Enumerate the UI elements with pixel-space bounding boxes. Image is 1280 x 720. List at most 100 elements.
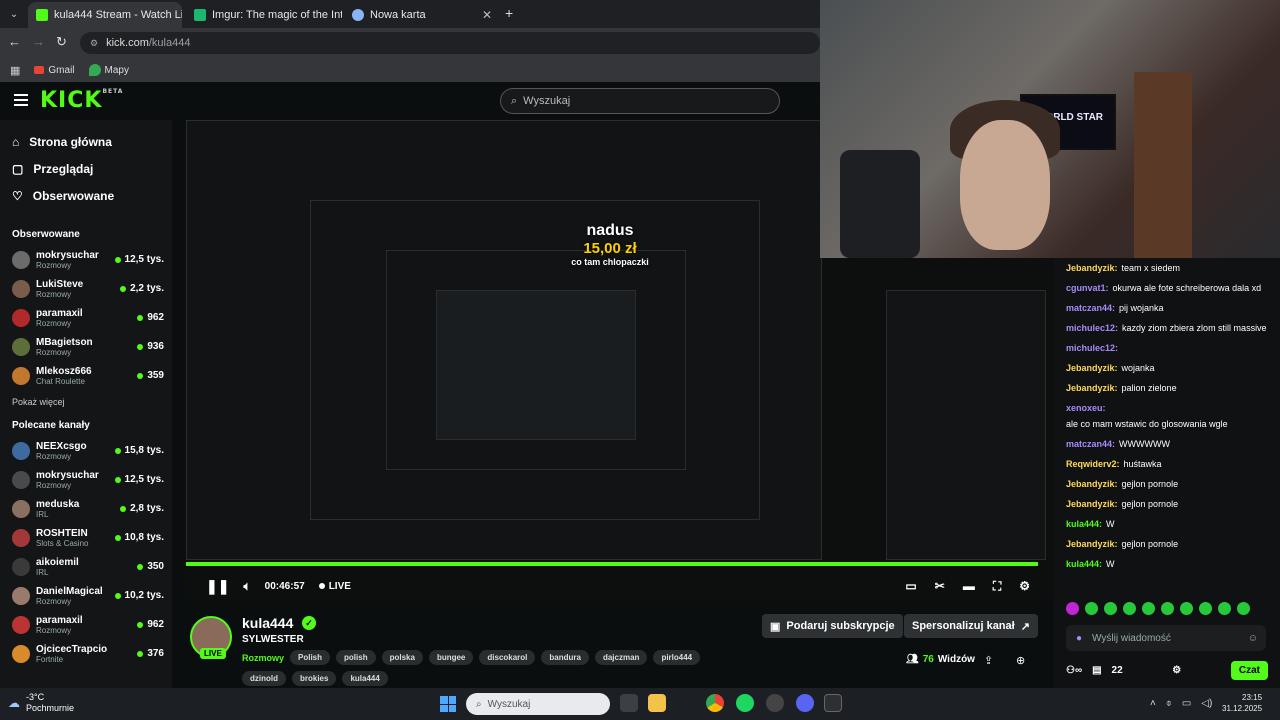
menu-icon[interactable] <box>14 94 28 106</box>
stream-tag[interactable]: kula444 <box>342 671 388 686</box>
fullscreen-icon[interactable]: ⛶ <box>993 579 1001 594</box>
address-bar[interactable]: ⚙ kick.com/kula444 <box>80 32 820 54</box>
sidebar-channel[interactable]: aikoiemil IRL 350 <box>0 552 172 581</box>
stream-tag[interactable]: dzinold <box>242 671 286 686</box>
chat-username[interactable]: kula444: <box>1066 558 1102 570</box>
nav-following[interactable]: ♡ Obserwowane <box>0 182 172 209</box>
discord-icon[interactable] <box>796 694 814 712</box>
terminal-icon[interactable] <box>824 694 842 712</box>
emote-icon[interactable] <box>1199 602 1212 615</box>
stream-tag[interactable]: bandura <box>541 650 589 665</box>
share-icon[interactable]: ⇪ <box>984 654 993 667</box>
chrome-icon[interactable] <box>706 694 724 712</box>
stream-tag[interactable]: polska <box>381 650 423 665</box>
chat-username[interactable]: Jebandyzik: <box>1066 478 1118 490</box>
chat-username[interactable]: matczan44: <box>1066 438 1115 450</box>
chat-settings-icon[interactable]: ⚙ <box>1172 665 1181 676</box>
chat-username[interactable]: michulec12: <box>1066 322 1118 334</box>
task-view-icon[interactable] <box>620 694 638 712</box>
site-info-icon[interactable]: ⚙ <box>90 38 98 49</box>
sidebar-channel[interactable]: ROSHTEIN Slots & Casino 10,8 tys. <box>0 523 172 552</box>
settings-icon[interactable]: ⚙ <box>1019 579 1030 594</box>
close-tab-icon[interactable]: ✕ <box>482 8 492 22</box>
chat-username[interactable]: Jebandyzik: <box>1066 498 1118 510</box>
chat-username[interactable]: cgunvat1: <box>1066 282 1109 294</box>
stream-tag[interactable]: dajczman <box>594 650 648 665</box>
spotify-icon[interactable] <box>736 694 754 712</box>
tab-new[interactable]: Nowa karta ✕ <box>344 2 500 28</box>
back-icon[interactable]: ← <box>8 34 21 49</box>
emote-icon[interactable] <box>1218 602 1231 615</box>
points-icon[interactable]: ⚇∞ <box>1066 665 1082 676</box>
chat-username[interactable]: kula444: <box>1066 518 1102 530</box>
chat-input[interactable]: ● Wyślij wiadomość ☺ <box>1066 625 1266 651</box>
emote-icon[interactable] <box>1180 602 1193 615</box>
mic-icon[interactable]: ● <box>1076 633 1082 644</box>
sidebar-channel[interactable]: DanielMagical Rozmowy 10,2 tys. <box>0 581 172 610</box>
nav-browse[interactable]: ▢ Przeglądaj <box>0 155 172 182</box>
chat-username[interactable]: Jebandyzik: <box>1066 538 1118 550</box>
pip-icon[interactable]: ▭ <box>905 579 916 594</box>
tab-list-icon[interactable]: ⌄ <box>6 6 22 22</box>
personalize-channel-button[interactable]: Spersonalizuj kanał ↗ <box>904 614 1038 638</box>
chat-username[interactable]: Reqwiderv2: <box>1066 458 1120 470</box>
taskbar-clock[interactable]: 23:15 31.12.2025 <box>1222 692 1262 714</box>
stream-tag[interactable]: Polish <box>290 650 331 665</box>
mic-icon[interactable]: ⌽ <box>1166 698 1172 709</box>
pause-icon[interactable]: ❚❚ <box>206 578 229 595</box>
sidebar-channel[interactable]: OjcicecTrapcio Fortnite 376 <box>0 639 172 668</box>
emote-icon[interactable] <box>1237 602 1250 615</box>
volume-icon[interactable]: ◁) <box>1201 698 1212 709</box>
sidebar-channel[interactable]: NEEXcsgo Rozmowy 15,8 tys. <box>0 436 172 465</box>
search-input[interactable]: ⌕ Wyszukaj <box>500 88 780 114</box>
emote-icon[interactable] <box>1142 602 1155 615</box>
emote-icon[interactable] <box>1085 602 1098 615</box>
sidebar-channel[interactable]: mokrysuchar Rozmowy 12,5 tys. <box>0 465 172 494</box>
follow-user-icon[interactable]: ⊕ <box>1016 654 1025 667</box>
chat-username[interactable]: Jebandyzik: <box>1066 382 1118 394</box>
chat-username[interactable]: xenoxeu: <box>1066 402 1106 414</box>
windows-start-icon[interactable] <box>440 696 456 712</box>
chat-username[interactable]: Jebandyzik: <box>1066 362 1118 374</box>
nav-home[interactable]: ⌂ Strona główna <box>0 128 172 155</box>
sidebar-channel[interactable]: meduska IRL 2,8 tys. <box>0 494 172 523</box>
taskbar-search[interactable]: ⌕ Wyszukaj <box>466 693 610 715</box>
show-more-link[interactable]: Pokaż więcej <box>0 390 172 414</box>
emote-icon[interactable] <box>1161 602 1174 615</box>
forward-icon[interactable]: → <box>32 34 45 49</box>
stream-tag[interactable]: discokarol <box>479 650 536 665</box>
sidebar-channel[interactable]: paramaxil Rozmowy 962 <box>0 610 172 639</box>
app-icon[interactable] <box>766 694 784 712</box>
chat-send-button[interactable]: Czat <box>1230 660 1268 680</box>
emote-icon[interactable] <box>1104 602 1117 615</box>
streamer-name[interactable]: kula444 <box>242 615 293 631</box>
bookmark-maps[interactable]: Mapy <box>88 64 129 76</box>
theater-icon[interactable]: ▬ <box>963 579 975 594</box>
new-tab-icon[interactable]: + <box>505 5 513 21</box>
sidebar-channel[interactable]: paramaxil Rozmowy 962 <box>0 303 172 332</box>
sidebar-channel[interactable]: Mlekosz666 Chat Roulette 359 <box>0 361 172 390</box>
sidebar-channel[interactable]: MBagietson Rozmowy 936 <box>0 332 172 361</box>
live-progress-bar[interactable] <box>186 562 1038 566</box>
tab-kick[interactable]: kula444 Stream - Watch Li… ✕ <box>28 2 182 28</box>
reload-icon[interactable]: ↻ <box>56 34 67 50</box>
bookmark-gmail[interactable]: Gmail <box>34 65 75 76</box>
sidebar-channel[interactable]: LukiSteve Rozmowy 2,2 tys. <box>0 274 172 303</box>
volume-icon[interactable]: 🔈︎ <box>243 579 250 594</box>
chevron-up-icon[interactable]: ˄ <box>1150 698 1156 709</box>
gift-sub-button[interactable]: ▣ Podaruj subskrypcje <box>762 614 903 638</box>
emote-icon[interactable] <box>1123 602 1136 615</box>
chat-username[interactable]: matczan44: <box>1066 302 1115 314</box>
stream-tag[interactable]: bungee <box>428 650 474 665</box>
chat-username[interactable]: michulec12: <box>1066 342 1118 354</box>
clip-icon[interactable]: ✂ <box>935 579 945 594</box>
stream-tag[interactable]: pirlo444 <box>653 650 701 665</box>
emoji-icon[interactable]: ☺ <box>1248 633 1266 644</box>
kick-logo[interactable]: KICKBETA <box>40 88 123 113</box>
chat-username[interactable]: Jebandyzik: <box>1066 262 1118 274</box>
monitor-icon[interactable]: ▭ <box>1182 698 1191 709</box>
apps-icon[interactable]: ▦ <box>10 64 20 77</box>
emote-icon[interactable] <box>1066 602 1079 615</box>
sidebar-channel[interactable]: mokrysuchar Rozmowy 12,5 tys. <box>0 245 172 274</box>
weather-widget[interactable]: ☁ -3°C Pochmurnie <box>8 692 74 714</box>
